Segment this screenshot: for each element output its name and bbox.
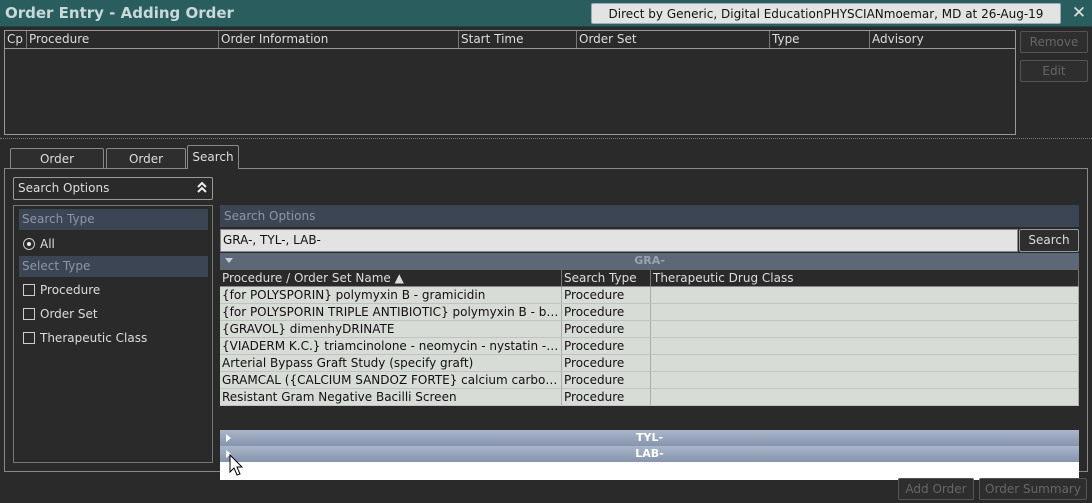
- cell-drug-class: [651, 321, 1079, 337]
- cell-name: {GRAVOL} dimenhyDRINATE: [220, 321, 562, 337]
- table-row[interactable]: Arterial Bypass Graft Study (specify gra…: [220, 355, 1079, 372]
- search-type-header: Search Type: [19, 209, 208, 230]
- cell-search-type: Procedure: [562, 389, 651, 405]
- filter-panel: Search Type All Select Type Procedure Or…: [13, 205, 213, 463]
- select-type-order-set-checkbox[interactable]: Order Set: [23, 305, 98, 323]
- select-type-order-set-label: Order Set: [40, 307, 98, 321]
- table-row[interactable]: {VIADERM K.C.} triamcinolone - neomycin …: [220, 338, 1079, 355]
- select-type-procedure-label: Procedure: [40, 283, 101, 297]
- cell-drug-class: [651, 304, 1079, 320]
- group-bar-tyl[interactable]: TYL-: [220, 430, 1079, 446]
- cell-name: {for POLYSPORIN TRIPLE ANTIBIOTIC} polym…: [222, 304, 562, 320]
- cell-name: Arterial Bypass Graft Study (specify gra…: [220, 355, 562, 371]
- cell-search-type: Procedure: [562, 304, 651, 320]
- search-button[interactable]: Search: [1019, 229, 1079, 252]
- column-header-advisory[interactable]: Advisory: [870, 31, 1015, 48]
- cell-search-type: Procedure: [562, 321, 651, 337]
- column-header-order-information[interactable]: Order Information: [219, 31, 459, 48]
- search-type-all-label: All: [40, 237, 55, 251]
- cell-name: {for POLYSPORIN} polymyxin B - gramicidi…: [220, 287, 562, 303]
- table-row[interactable]: GRAMCAL ({CALCIUM SANDOZ FORTE} calcium …: [220, 372, 1079, 389]
- checkbox-icon[interactable]: [23, 284, 35, 296]
- splitter[interactable]: [0, 138, 1092, 139]
- tab-order-history[interactable]: Order History: [106, 148, 186, 186]
- collapse-triangle-icon[interactable]: [225, 258, 233, 263]
- results-header: Search Options: [220, 205, 1079, 227]
- search-input[interactable]: GRA-, TYL-, LAB-: [220, 229, 1018, 252]
- orders-table-header: Cp Procedure Order Information Start Tim…: [5, 31, 1015, 49]
- mouse-pointer-icon: [229, 454, 244, 476]
- radio-selected-icon[interactable]: [23, 238, 35, 250]
- checkbox-icon[interactable]: [23, 332, 35, 344]
- cell-name: GRAMCAL ({CALCIUM SANDOZ FORTE} calcium …: [222, 372, 562, 388]
- column-header-start-time[interactable]: Start Time: [459, 31, 577, 48]
- order-summary-button[interactable]: Order Summary: [979, 478, 1087, 500]
- search-options-dropdown[interactable]: Search Options: [13, 177, 213, 200]
- group-label-gra: GRA-: [634, 254, 665, 267]
- table-row[interactable]: {for POLYSPORIN} polymyxin B - gramicidi…: [220, 287, 1079, 304]
- column-header-search-type[interactable]: Search Type: [562, 270, 651, 286]
- cell-search-type: Procedure: [562, 355, 651, 371]
- close-icon[interactable]: ✕: [1070, 2, 1088, 24]
- group-label-tyl: TYL-: [635, 431, 664, 444]
- double-chevron-up-icon[interactable]: [195, 180, 209, 197]
- group-bar-lab[interactable]: LAB-: [220, 446, 1079, 462]
- cell-search-type: Procedure: [562, 338, 651, 354]
- cell-name: {VIADERM K.C.} triamcinolone - neomycin …: [222, 338, 562, 354]
- column-header-type[interactable]: Type: [770, 31, 870, 48]
- table-row[interactable]: Resistant Gram Negative Bacilli Screen P…: [220, 389, 1079, 406]
- results-table[interactable]: Procedure / Order Set Name ▲ Search Type…: [220, 269, 1079, 429]
- provider-info-button[interactable]: Direct by Generic, Digital EducationPHYS…: [591, 3, 1061, 42]
- cell-search-type: Procedure: [562, 287, 651, 303]
- search-options-label: Search Options: [18, 181, 110, 195]
- cell-search-type: Procedure: [562, 372, 651, 388]
- add-order-button[interactable]: Add Order: [898, 478, 974, 500]
- cell-drug-class: [651, 338, 1079, 354]
- cell-drug-class: [651, 372, 1079, 388]
- column-header-procedure[interactable]: Procedure: [27, 31, 219, 48]
- expand-triangle-icon[interactable]: [226, 434, 231, 442]
- remove-button[interactable]: Remove: [1020, 31, 1088, 53]
- group-bar-gra[interactable]: GRA-: [220, 253, 1079, 269]
- search-type-all-radio[interactable]: All: [23, 235, 55, 253]
- select-type-therapeutic-class-checkbox[interactable]: Therapeutic Class: [23, 329, 147, 347]
- cell-name: Resistant Gram Negative Bacilli Screen: [220, 389, 562, 405]
- window-title: Order Entry - Adding Order: [5, 4, 234, 22]
- select-type-therapeutic-class-label: Therapeutic Class: [40, 331, 148, 345]
- select-type-header: Select Type: [19, 256, 208, 277]
- cell-drug-class: [651, 355, 1079, 371]
- group-label-lab: LAB-: [635, 447, 664, 460]
- column-header-cp[interactable]: Cp: [5, 31, 27, 48]
- column-header-therapeutic-drug-class[interactable]: Therapeutic Drug Class: [651, 270, 1079, 286]
- results-table-header: Procedure / Order Set Name ▲ Search Type…: [220, 269, 1079, 287]
- cell-drug-class: [651, 389, 1079, 405]
- checkbox-icon[interactable]: [23, 308, 35, 320]
- table-row[interactable]: {for POLYSPORIN TRIPLE ANTIBIOTIC} polym…: [220, 304, 1079, 321]
- table-row[interactable]: {GRAVOL} dimenhyDRINATE Procedure: [220, 321, 1079, 338]
- edit-button[interactable]: Edit: [1020, 60, 1088, 82]
- column-header-order-set[interactable]: Order Set: [577, 31, 770, 48]
- orders-table[interactable]: Cp Procedure Order Information Start Tim…: [4, 30, 1016, 135]
- tab-search[interactable]: Search: [187, 145, 239, 169]
- tab-order-selection[interactable]: Order Selection: [10, 148, 104, 186]
- cell-drug-class: [651, 287, 1079, 303]
- select-type-procedure-checkbox[interactable]: Procedure: [23, 281, 100, 299]
- column-header-procedure-order-set-name[interactable]: Procedure / Order Set Name ▲: [220, 270, 562, 286]
